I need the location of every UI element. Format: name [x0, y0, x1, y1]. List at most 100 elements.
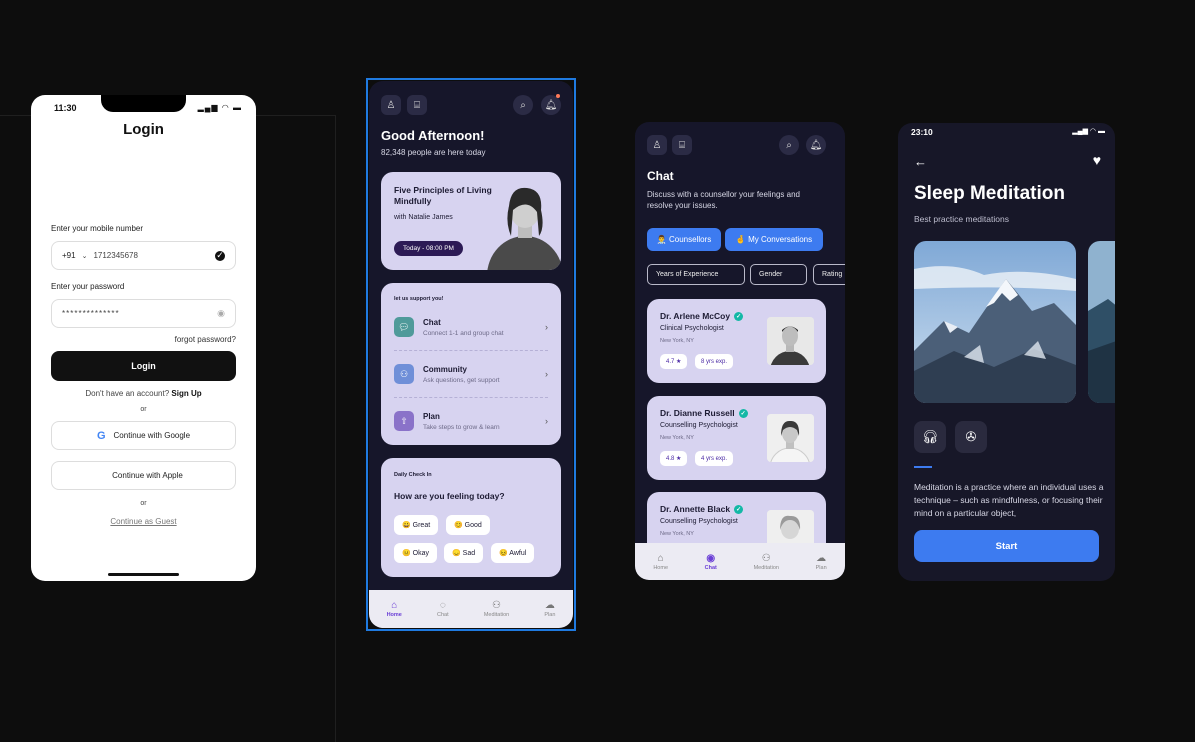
home-icon: ⌂	[391, 600, 398, 611]
signup-prompt: Don't have an account? Sign Up	[31, 389, 256, 398]
mood-okay-button[interactable]: 😐 Okay	[394, 543, 437, 563]
country-code[interactable]: +91	[62, 251, 76, 260]
search-icon[interactable]: ⌕	[513, 95, 533, 115]
support-item-subtitle: Ask questions, get support	[423, 376, 500, 384]
home-icon: ⌂	[657, 552, 664, 564]
page-title: Login	[123, 121, 164, 138]
mood-awful-button[interactable]: 😣 Awful	[491, 543, 535, 563]
tab-meditation[interactable]: ⚇ Meditation	[484, 600, 509, 618]
chat-icon: ◉	[706, 552, 716, 564]
counsellor-photo	[767, 414, 814, 462]
tab-meditation[interactable]: ⚇ Meditation	[754, 553, 779, 571]
search-icon[interactable]: ⌕	[779, 135, 799, 155]
verified-icon: ✓	[734, 504, 744, 514]
signup-link[interactable]: Sign Up	[171, 389, 201, 398]
tab-home[interactable]: ⌂ Home	[387, 600, 402, 618]
mood-sad-button[interactable]: 😞 Sad	[444, 543, 484, 563]
home-screen: ♙ ⌸ ⌕ 🔔︎ Good Afternoon! 82,348 people a…	[369, 81, 573, 628]
filter-experience[interactable]: Years of Experience	[647, 264, 745, 285]
support-item-chat[interactable]: 💬︎ Chat Connect 1-1 and group chat ›	[394, 312, 548, 342]
check-icon: ✓	[215, 250, 225, 261]
tab-home[interactable]: ⌂ Home	[653, 553, 668, 571]
counsellors-tab-button[interactable]: 👨‍⚕️ Counsellors	[647, 228, 721, 251]
tab-label: Plan	[815, 564, 827, 571]
or-divider: or	[140, 500, 147, 507]
meditation-screen: 23:10 ▂▄▆ ◠ ▬ ← ♥ Sleep Meditation Best …	[898, 123, 1115, 581]
google-icon: G	[96, 429, 106, 442]
counsellor-card[interactable]: Dr. Arlene McCoy ✓ Clinical Psychologist …	[647, 299, 826, 383]
meditation-description: Meditation is a practice where an indivi…	[914, 482, 1104, 518]
chevron-down-icon[interactable]: ⌄	[82, 252, 88, 260]
support-item-subtitle: Take steps to grow & learn	[423, 423, 500, 431]
plan-icon: ☁	[544, 600, 555, 611]
eye-icon[interactable]: ◉	[217, 308, 225, 319]
password-field[interactable]: ************** ◉	[51, 299, 236, 328]
support-item-title: Community	[423, 364, 467, 374]
phone-input[interactable]: 1712345678	[93, 251, 138, 260]
chat-icon: ◌	[439, 600, 446, 611]
apple-button[interactable]: Continue with Apple	[51, 461, 236, 490]
bell-icon[interactable]: 🔔︎	[806, 135, 826, 155]
login-button[interactable]: Login	[51, 351, 236, 381]
music-icon[interactable]: ✇	[955, 421, 987, 453]
scan-icon[interactable]: ⌸	[672, 135, 692, 155]
counsellor-card[interactable]: Dr. Dianne Russell ✓ Counselling Psycholo…	[647, 396, 826, 480]
chevron-right-icon: ›	[545, 369, 548, 379]
forgot-password-link[interactable]: forgot password?	[175, 335, 236, 344]
tab-label: Meditation	[483, 612, 510, 618]
my-conversations-tab-button[interactable]: 🤞 My Conversations	[725, 228, 823, 251]
featured-session-card[interactable]: Five Principles of Living Mindfully with…	[381, 172, 561, 270]
meditation-icon: ⚇	[761, 552, 771, 564]
google-button[interactable]: G Continue with Google	[51, 421, 236, 450]
support-item-community[interactable]: ⚇ Community Ask questions, get support ›	[394, 359, 548, 389]
tab-plan[interactable]: ☁ Plan	[816, 553, 827, 571]
filter-rating[interactable]: Rating	[813, 264, 845, 285]
counsellor-location: New York, NY	[660, 338, 694, 344]
tab-chat[interactable]: ◌ Chat	[437, 600, 449, 618]
mountain-image-next[interactable]	[1088, 241, 1115, 403]
start-button[interactable]: Start	[914, 530, 1099, 562]
page-subtitle: Best practice meditations	[914, 214, 1009, 224]
verified-icon: ✓	[734, 311, 744, 321]
verified-icon: ✓	[738, 408, 748, 418]
counsellor-name: Dr. Dianne Russell ✓	[660, 408, 748, 418]
mood-good-button[interactable]: 😊 Good	[446, 515, 490, 535]
profile-icon[interactable]: ♙	[647, 135, 667, 155]
heart-icon[interactable]: ♥	[1093, 152, 1101, 168]
chat-screen: ♙ ⌸ ⌕ 🔔︎ Chat Discuss with a counsellor …	[635, 122, 845, 580]
counsellor-role: Clinical Psychologist	[660, 325, 724, 332]
support-item-plan[interactable]: ⇧ Plan Take steps to grow & learn ›	[394, 406, 548, 436]
counsellor-location: New York, NY	[660, 531, 694, 537]
status-time: 23:10	[911, 127, 933, 137]
tab-plan[interactable]: ☁ Plan	[544, 600, 555, 618]
tab-label: Home	[386, 612, 402, 618]
mountain-image[interactable]	[914, 241, 1076, 403]
bottom-tab-bar: ⌂ Home ◌ Chat ⚇ Meditation ☁ Plan	[369, 590, 573, 628]
bottom-tab-bar: ⌂ Home ◉ Chat ⚇ Meditation ☁ Plan	[635, 543, 845, 580]
support-item-subtitle: Connect 1-1 and group chat	[423, 329, 504, 337]
back-arrow-icon[interactable]: ←	[914, 154, 927, 169]
session-time-pill[interactable]: Today - 08:00 PM	[394, 241, 463, 256]
greeting-title: Good Afternoon!	[381, 128, 485, 143]
filter-gender[interactable]: Gender	[750, 264, 807, 285]
counsellor-name-text: Dr. Dianne Russell	[660, 408, 735, 418]
support-item-title: Plan	[423, 411, 440, 421]
phone-notch	[101, 95, 186, 112]
plan-icon: ⇧	[394, 411, 414, 431]
tab-label: Plan	[544, 612, 556, 618]
tab-chat[interactable]: ◉ Chat	[705, 553, 717, 571]
support-caption: let us support you!	[394, 296, 444, 302]
bell-icon[interactable]: 🔔︎	[541, 95, 561, 115]
experience-badge: 4 yrs exp.	[695, 451, 734, 466]
mood-great-button[interactable]: 😀 Great	[394, 515, 439, 535]
profile-icon[interactable]: ♙	[381, 95, 401, 115]
password-input[interactable]: **************	[62, 309, 120, 318]
headphones-icon[interactable]: 🎧︎	[914, 421, 946, 453]
mobile-field[interactable]: +91 ⌄ 1712345678 ✓	[51, 241, 236, 270]
scan-icon[interactable]: ⌸	[407, 95, 427, 115]
or-divider: or	[140, 406, 147, 413]
separator	[394, 397, 548, 398]
meditation-icon: ⚇	[492, 600, 501, 611]
counsellor-role: Counselling Psychologist	[660, 518, 738, 525]
guest-link[interactable]: Continue as Guest	[31, 517, 256, 526]
